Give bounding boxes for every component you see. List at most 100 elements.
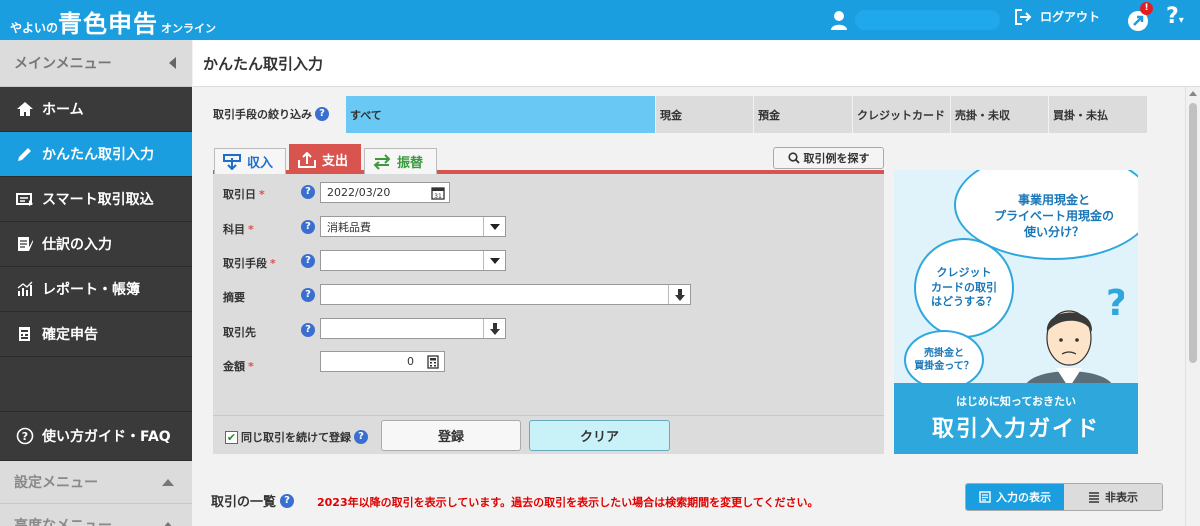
tab-transfer[interactable]: 振替 (364, 148, 437, 174)
pencil-icon (18, 148, 31, 161)
date-field[interactable]: 2022/03/20 31 (320, 182, 450, 203)
advanced-menu[interactable]: 高度なメニュー (0, 504, 192, 526)
filter-tab-payable[interactable]: 買掛・未払 (1049, 96, 1147, 133)
svg-text:?: ? (22, 430, 28, 443)
user-icon[interactable] (830, 10, 848, 30)
partner-field[interactable] (320, 318, 506, 339)
filter-tab-credit-card[interactable]: クレジットカード (853, 96, 950, 133)
amount-value: 0 (407, 355, 414, 368)
import-icon (16, 193, 33, 206)
calculator-icon[interactable] (422, 352, 444, 371)
sidebar-item-smart-import[interactable]: スマート取引取込 (0, 177, 192, 222)
sidebar-item-label: ホーム (42, 102, 84, 118)
tab-expense[interactable]: 支出 (289, 144, 361, 174)
banner-title: 取引入力ガイド (931, 417, 1100, 442)
memo-field[interactable] (320, 284, 691, 305)
expense-icon (298, 151, 316, 168)
find-examples-button[interactable]: 取引例を探す (773, 147, 884, 169)
sidebar-item-label: 仕訳の入力 (42, 237, 112, 253)
help-icon[interactable]: ? (280, 493, 295, 508)
chevron-down-icon[interactable] (483, 217, 505, 236)
hide-input-button[interactable]: 非表示 (1064, 484, 1162, 510)
svg-text:31: 31 (434, 193, 442, 200)
help-icon[interactable]: ? (301, 254, 315, 268)
help-icon[interactable]: ? (301, 288, 315, 302)
filter-tab-all[interactable]: すべて (346, 96, 655, 133)
help-icon[interactable]: ? (301, 323, 315, 337)
calendar-icon[interactable]: 31 (427, 183, 449, 202)
collapse-sidebar-icon[interactable] (169, 57, 176, 69)
sidebar-item-reports[interactable]: レポート・帳簿 (0, 267, 192, 312)
entry-form-panel (213, 170, 884, 454)
tab-income-label: 収入 (247, 156, 274, 171)
tab-expense-label: 支出 (322, 154, 349, 169)
sidebar-item-tax-return[interactable]: 確定申告 (0, 312, 192, 357)
date-label: 取引日 * (223, 188, 265, 201)
filter-tab-cash[interactable]: 現金 (656, 96, 753, 133)
register-button[interactable]: 登録 (381, 420, 521, 451)
banner-subtitle: はじめに知っておきたい (955, 395, 1077, 408)
logout-button[interactable]: ログアウト (1015, 8, 1100, 25)
settings-menu-label: 設定メニュー (14, 475, 98, 491)
sidebar-heading: メインメニュー (0, 40, 192, 87)
tax-return-icon (19, 327, 30, 341)
show-input-button[interactable]: 入力の表示 (966, 484, 1064, 510)
sidebar-heading-label: メインメニュー (14, 56, 112, 72)
filter-tab-receivable[interactable]: 売掛・未収 (951, 96, 1048, 133)
filter-tab-deposit[interactable]: 預金 (754, 96, 852, 133)
transfer-icon (373, 153, 391, 170)
vertical-scrollbar[interactable] (1185, 87, 1200, 526)
help-icon[interactable]: ? (354, 430, 368, 444)
form-icon (979, 491, 991, 503)
settings-menu[interactable]: 設定メニュー (0, 461, 192, 504)
page-title: かんたん取引入力 (193, 40, 1200, 87)
notification-badge: ! (1140, 2, 1153, 15)
user-name-redacted (855, 10, 1000, 30)
amount-field[interactable]: 0 (320, 351, 445, 372)
sidebar-item-guide[interactable]: ? 使い方ガイド・FAQ (0, 412, 192, 461)
advanced-menu-label: 高度なメニュー (14, 518, 112, 526)
arrow-down-icon[interactable] (483, 319, 505, 338)
sidebar-item-easy-entry[interactable]: かんたん取引入力 (0, 132, 192, 177)
app-logo[interactable]: やよいの青色申告 オンライン (10, 4, 216, 39)
banner-bubble-2: クレジット カードの取引 はどうする？ (914, 238, 1014, 338)
help-icon[interactable]: ? (301, 185, 315, 199)
account-select[interactable]: 消耗品費 (320, 216, 506, 237)
partner-label: 取引先 (223, 326, 256, 339)
logout-icon (1015, 8, 1032, 25)
scroll-up-icon[interactable] (1189, 91, 1197, 96)
help-button[interactable]: ?▾ (1166, 4, 1184, 29)
home-icon (17, 102, 33, 116)
help-icon[interactable]: ? (315, 107, 329, 121)
sidebar-item-label: かんたん取引入力 (42, 147, 154, 163)
account-value: 消耗品費 (327, 220, 371, 234)
journal-icon (18, 237, 33, 251)
sidebar-item-label: レポート・帳簿 (42, 282, 140, 298)
clear-button[interactable]: クリア (529, 420, 670, 451)
person-illustration: ? (1024, 283, 1124, 390)
account-label: 科目 * (223, 223, 254, 236)
guide-banner[interactable]: 事業用現金と プライベート用現金の 使い分け？ クレジット カードの取引 はどう… (894, 170, 1138, 454)
tab-transfer-label: 振替 (397, 156, 424, 171)
method-select[interactable] (320, 250, 506, 271)
continue-checkbox[interactable]: ✔ (225, 430, 238, 444)
help-icon[interactable]: ? (301, 220, 315, 234)
date-value: 2022/03/20 (327, 186, 391, 199)
chevron-down-icon[interactable] (483, 251, 505, 270)
sidebar-item-home[interactable]: ホーム (0, 87, 192, 132)
tab-income[interactable]: 収入 (214, 148, 286, 174)
chevron-up-icon (162, 478, 174, 486)
list-notice: 2023年以降の取引を表示しています。過去の取引を表示したい場合は検索期間を変更… (317, 496, 819, 509)
main-content: かんたん取引入力 取引手段の絞り込み ? すべて 現金 預金 クレジットカード … (193, 40, 1200, 526)
continue-checkbox-row[interactable]: ✔ 同じ取引を続けて登録 ? (225, 429, 368, 445)
sidebar-item-label: スマート取引取込 (42, 192, 154, 208)
chevron-up-icon (162, 521, 174, 526)
banner-bubble-3: 売掛金と 買掛金って？ (904, 330, 984, 390)
top-header: やよいの青色申告 オンライン ログアウト ! ?▾ (0, 0, 1200, 40)
logo-prefix: やよいの (10, 21, 59, 35)
input-display-toggle: 入力の表示 非表示 (965, 483, 1163, 511)
sidebar-item-journal[interactable]: 仕訳の入力 (0, 222, 192, 267)
filter-label-text: 取引手段の絞り込み (213, 108, 312, 121)
scrollbar-thumb[interactable] (1189, 103, 1197, 363)
arrow-down-icon[interactable] (668, 285, 690, 304)
